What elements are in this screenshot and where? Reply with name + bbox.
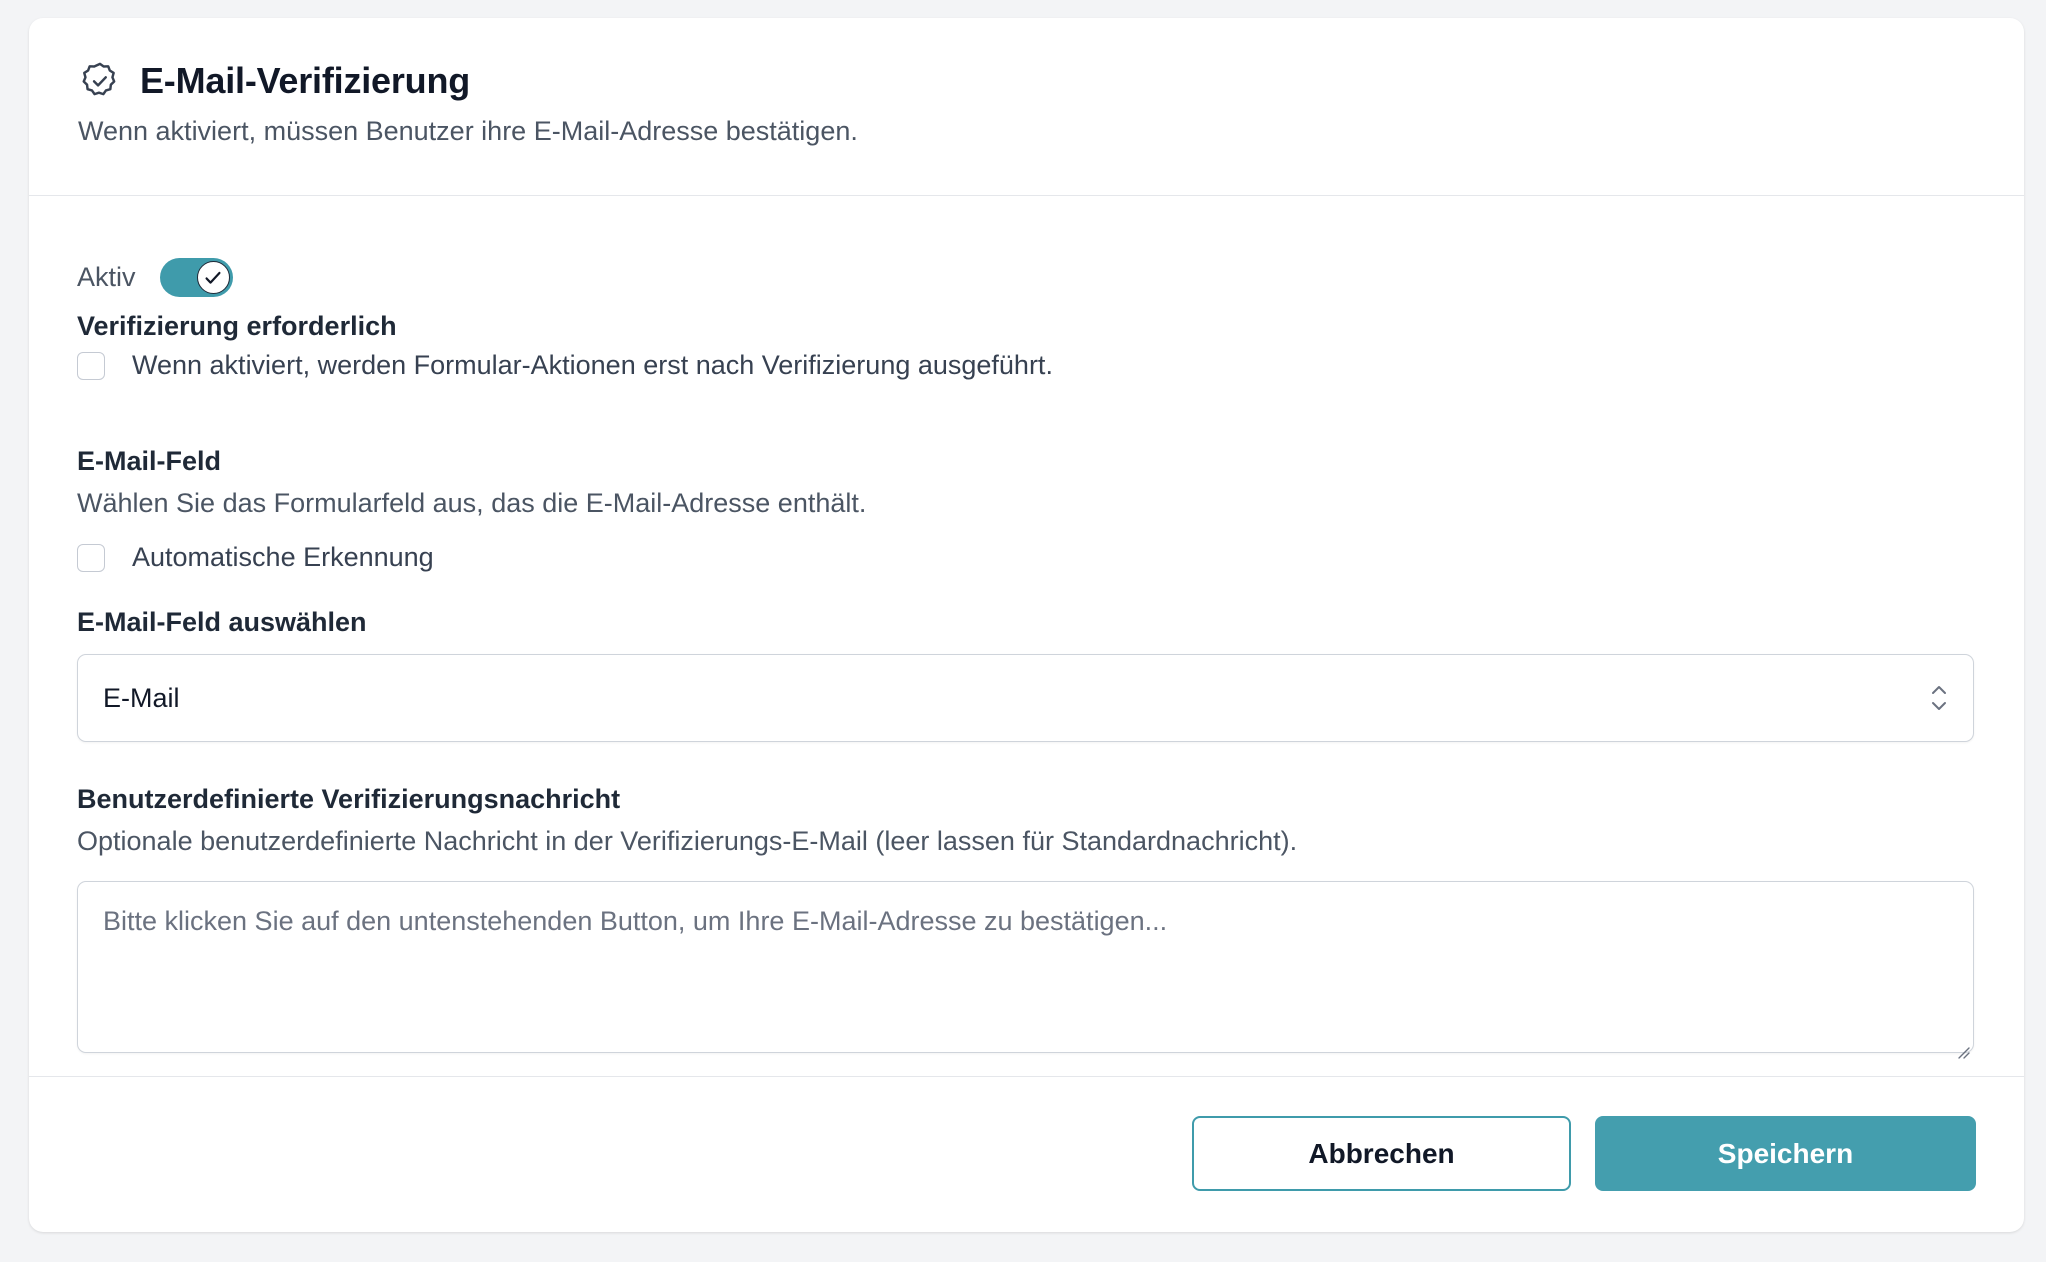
resize-handle-icon[interactable] <box>1956 1035 1970 1059</box>
page-description: Wenn aktiviert, müssen Benutzer ihre E-M… <box>78 116 858 146</box>
auto-detect-row[interactable]: Automatische Erkennung <box>77 542 434 573</box>
check-icon <box>202 267 224 289</box>
custom-message-label: Benutzerdefinierte Verifizierungsnachric… <box>77 784 621 814</box>
textarea-placeholder: Bitte klicken Sie auf den untenstehenden… <box>103 906 1168 936</box>
active-toggle[interactable] <box>159 258 233 297</box>
custom-message-textarea[interactable]: Bitte klicken Sie auf den untenstehenden… <box>77 881 1974 1059</box>
email-field-select[interactable]: E-Mail <box>77 654 1974 742</box>
toggle-knob <box>196 261 230 294</box>
email-field-select-label: E-Mail-Feld auswählen <box>77 607 367 637</box>
badge-check-icon <box>79 60 121 102</box>
verification-required-row[interactable]: Wenn aktiviert, werden Formular-Aktionen… <box>77 350 1053 381</box>
select-value: E-Mail <box>103 682 180 713</box>
settings-card: E-Mail-Verifizierung Wenn aktiviert, müs… <box>29 18 2024 1232</box>
chevron-up-down-icon <box>1928 681 1950 715</box>
save-button[interactable]: Speichern <box>1595 1116 1976 1191</box>
email-field-help: Wählen Sie das Formularfeld aus, das die… <box>77 488 867 518</box>
verification-required-checkbox[interactable] <box>77 351 105 380</box>
email-field-label: E-Mail-Feld <box>77 446 222 476</box>
active-row: Aktiv <box>77 258 233 297</box>
custom-message-help: Optionale benutzerdefinierte Nachricht i… <box>77 826 1298 856</box>
active-label: Aktiv <box>77 262 136 292</box>
cancel-button[interactable]: Abbrechen <box>1192 1116 1571 1191</box>
page-title: E-Mail-Verifizierung <box>140 60 471 101</box>
header-title-row: E-Mail-Verifizierung <box>79 60 470 102</box>
card-footer: Abbrechen Speichern <box>29 1076 2024 1233</box>
card-body: Aktiv Verifizierung erforderlich Wenn ak… <box>77 196 1976 1076</box>
auto-detect-text: Automatische Erkennung <box>132 542 434 572</box>
auto-detect-checkbox[interactable] <box>77 543 105 572</box>
verification-required-label: Verifizierung erforderlich <box>77 311 397 341</box>
card-header: E-Mail-Verifizierung Wenn aktiviert, müs… <box>29 18 2024 196</box>
verification-required-text: Wenn aktiviert, werden Formular-Aktionen… <box>132 350 1053 380</box>
